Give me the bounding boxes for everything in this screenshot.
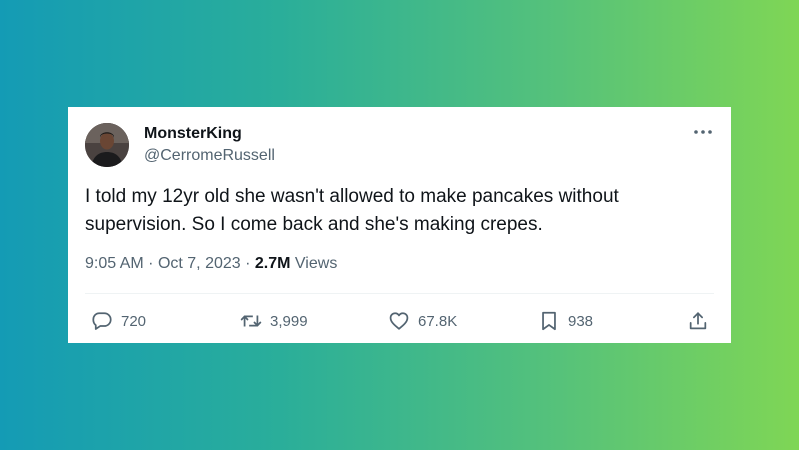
reply-icon: [91, 310, 113, 332]
tweet-date[interactable]: Oct 7, 2023: [158, 255, 241, 272]
meta-separator: ·: [245, 255, 251, 272]
bookmark-button[interactable]: 938: [538, 310, 593, 332]
tweet-text: I told my 12yr old she wasn't allowed to…: [85, 186, 619, 235]
author-name[interactable]: MonsterKing: [144, 125, 242, 143]
more-icon[interactable]: [693, 125, 713, 137]
heart-icon: [388, 310, 410, 332]
views-count: 2.7M: [254, 255, 291, 272]
reply-button[interactable]: 720: [91, 310, 146, 332]
retweet-icon: [240, 310, 262, 332]
author-handle[interactable]: @CerromeRussell: [144, 147, 275, 165]
tweet-time[interactable]: 9:05 AM: [85, 255, 144, 272]
tweet-meta: 9:05 AM · Oct 7, 2023 · 2.7M Views: [85, 255, 337, 273]
user-avatar-image: [85, 123, 129, 167]
reply-count: 720: [121, 312, 147, 330]
share-button[interactable]: [687, 310, 709, 332]
retweet-count: 3,999: [270, 312, 308, 330]
avatar[interactable]: [85, 123, 129, 167]
retweet-button[interactable]: 3,999: [240, 310, 308, 332]
like-count: 67.8K: [418, 312, 458, 330]
bookmark-count: 938: [568, 312, 594, 330]
like-button[interactable]: 67.8K: [388, 310, 457, 332]
tweet-card: MonsterKing @CerromeRussell I told my 12…: [68, 107, 731, 343]
meta-separator: ·: [148, 255, 154, 272]
bookmark-icon: [538, 310, 560, 332]
views-label: Views: [294, 255, 338, 272]
divider: [85, 293, 714, 294]
share-icon: [687, 310, 709, 332]
